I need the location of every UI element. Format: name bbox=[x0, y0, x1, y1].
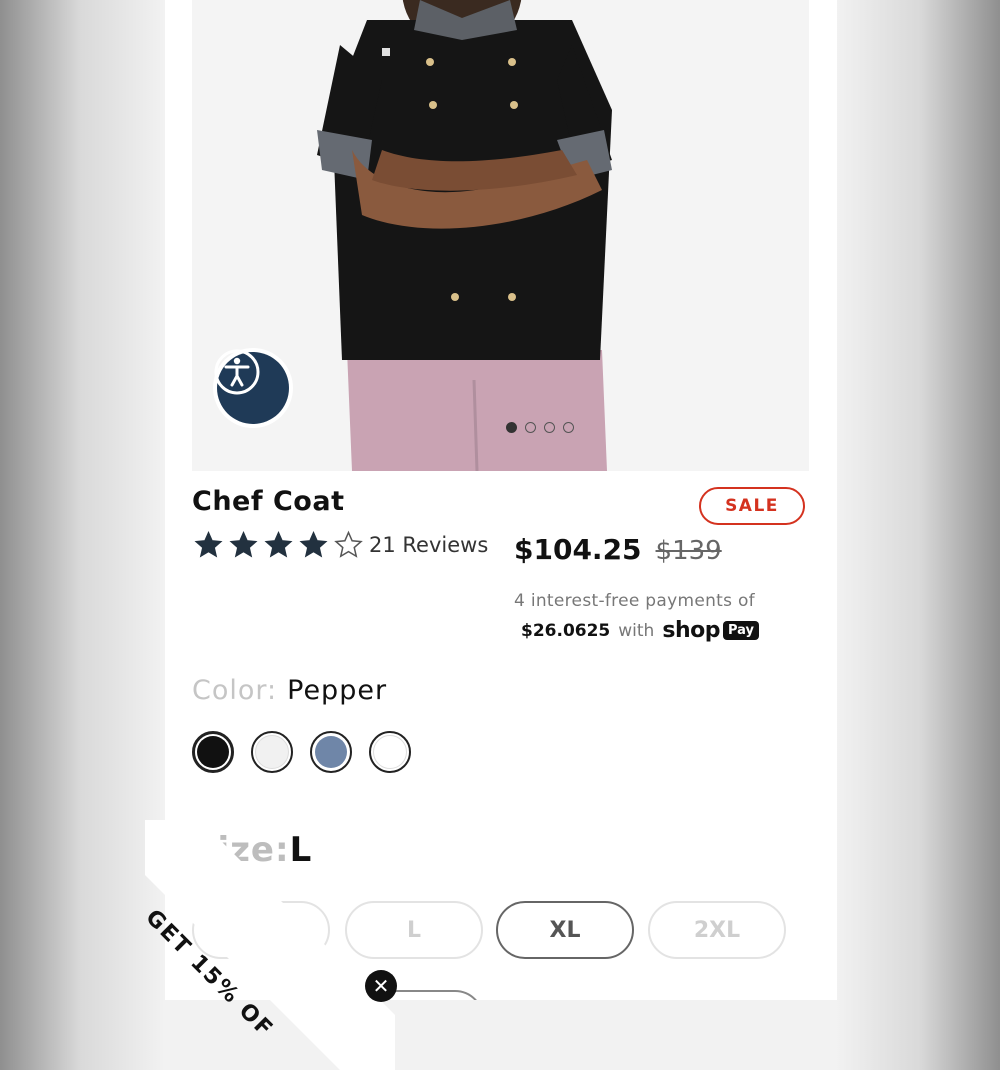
gallery-dot[interactable] bbox=[525, 422, 536, 433]
product-rating[interactable]: 21 Reviews bbox=[192, 530, 488, 560]
gallery-pagination bbox=[506, 422, 574, 433]
swatch-fill bbox=[315, 736, 347, 768]
star-filled-icon bbox=[194, 530, 223, 558]
size-option-2xl[interactable]: 2XL bbox=[648, 901, 786, 959]
original-price: $139 bbox=[655, 536, 722, 566]
installment-with: with bbox=[618, 620, 655, 641]
accessibility-button[interactable] bbox=[213, 348, 293, 428]
close-icon[interactable]: ✕ bbox=[365, 970, 397, 1002]
gallery-dot[interactable] bbox=[506, 422, 517, 433]
color-label-key: Color: bbox=[192, 675, 278, 706]
shop-pay-logo: shop bbox=[662, 618, 720, 643]
installment-amount: $26.0625 bbox=[521, 620, 611, 641]
size-option-xl[interactable]: XL bbox=[496, 901, 634, 959]
product-page: Chef Coat SALE 21 Reviews $104.25 $139 4… bbox=[165, 0, 837, 1000]
product-title: Chef Coat bbox=[192, 486, 345, 517]
shop-pay-badge: Pay bbox=[722, 621, 759, 640]
shop-pay-installments[interactable]: $26.0625 with shop Pay bbox=[521, 618, 759, 643]
swatch-fill bbox=[255, 735, 289, 769]
gallery-dot[interactable] bbox=[544, 422, 555, 433]
rating-stars bbox=[192, 530, 365, 560]
color-selected-value: Pepper bbox=[287, 675, 388, 706]
color-swatch[interactable] bbox=[310, 731, 352, 773]
star-empty-icon bbox=[334, 530, 363, 558]
price-row: $104.25 $139 bbox=[514, 533, 722, 566]
sale-badge: SALE bbox=[699, 487, 805, 525]
installments-text: 4 interest-free payments of bbox=[514, 591, 755, 611]
size-selected-value: L bbox=[289, 830, 313, 870]
color-swatch[interactable] bbox=[192, 731, 234, 773]
star-filled-icon bbox=[229, 530, 258, 558]
size-option-l[interactable]: L bbox=[345, 901, 483, 959]
swatch-fill bbox=[373, 735, 407, 769]
star-filled-icon bbox=[299, 530, 328, 558]
gallery-dot[interactable] bbox=[563, 422, 574, 433]
swatch-fill bbox=[197, 736, 229, 768]
color-swatches bbox=[192, 731, 411, 773]
color-swatch[interactable] bbox=[369, 731, 411, 773]
accessibility-icon bbox=[214, 349, 289, 424]
product-image[interactable] bbox=[192, 0, 809, 471]
sale-price: $104.25 bbox=[514, 533, 642, 566]
star-filled-icon bbox=[264, 530, 293, 558]
reviews-link[interactable]: 21 Reviews bbox=[369, 533, 488, 557]
color-swatch[interactable] bbox=[251, 731, 293, 773]
color-label: Color: Pepper bbox=[192, 675, 387, 706]
